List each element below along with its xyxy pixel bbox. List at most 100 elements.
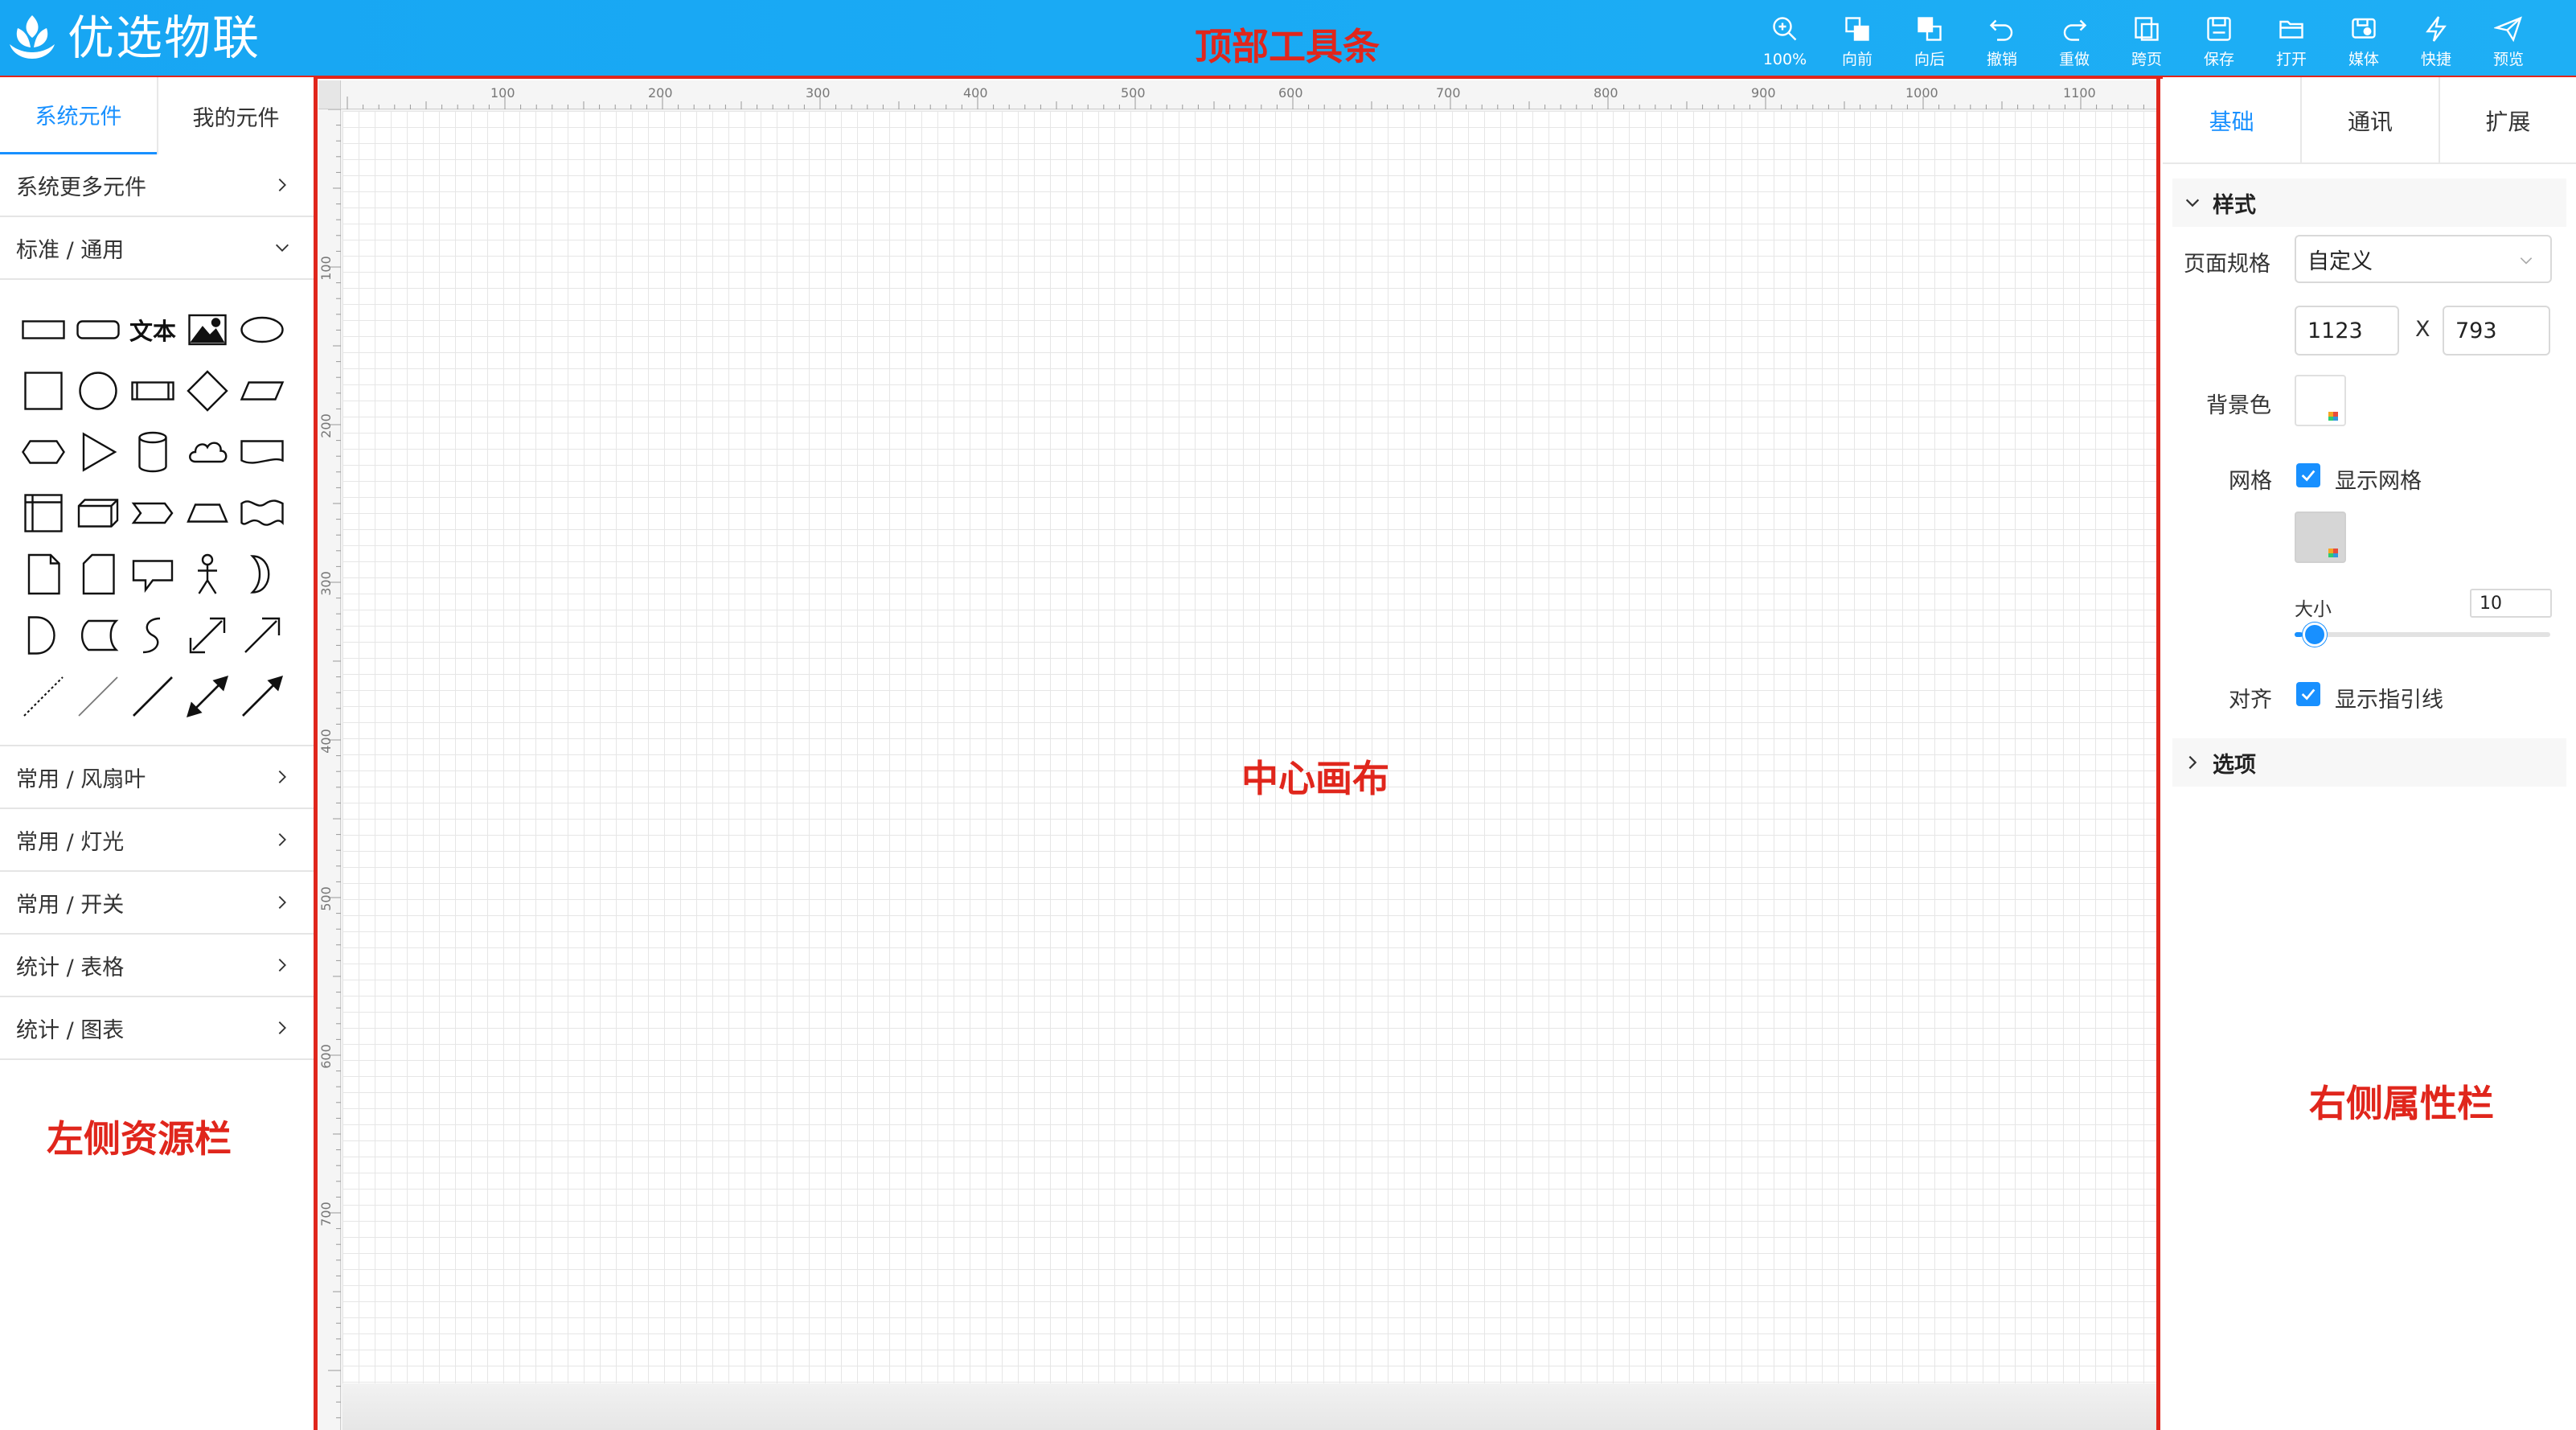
stored-data-shape[interactable] [71, 607, 125, 664]
crescent-icon [250, 555, 270, 594]
trapezoid-shape[interactable] [180, 485, 235, 541]
zoom-button[interactable]: 100% [1749, 14, 1820, 72]
ruler-top-label: 900 [1751, 85, 1776, 101]
internal-storage-shape[interactable] [16, 485, 71, 541]
crescent-shape[interactable] [235, 546, 289, 602]
group-more-components[interactable]: 系统更多元件 [0, 154, 314, 217]
dashed-line-shape[interactable] [16, 668, 71, 725]
undo-button[interactable]: 撤销 [1967, 14, 2037, 72]
note-shape[interactable] [16, 546, 71, 602]
grid-color-picker[interactable] [2295, 512, 2346, 563]
group-lights[interactable]: 常用 / 灯光 [0, 809, 314, 872]
tab-extension[interactable]: 扩展 [2438, 77, 2576, 164]
shortcut-button[interactable]: 快捷 [2401, 14, 2471, 72]
ruler-corner [318, 80, 341, 109]
rectangle-shape[interactable] [16, 302, 71, 358]
center-canvas[interactable]: 100 200 300 400 500 600 700 800 900 1000… [318, 80, 2156, 1430]
text-shape[interactable]: 文本 [125, 302, 180, 358]
preview-button[interactable]: 预览 [2473, 14, 2544, 72]
ruler-top-label: 600 [1278, 85, 1303, 101]
chevron-down-icon [2185, 199, 2200, 208]
options-section-header[interactable]: 选项 [2172, 738, 2566, 787]
background-color-label: 背景色 [2206, 393, 2271, 418]
step-shape[interactable] [125, 485, 180, 541]
parallelogram-shape[interactable] [235, 363, 289, 419]
group-label: 系统更多元件 [16, 175, 146, 200]
grid-size-slider[interactable] [2295, 623, 2550, 647]
app-title: 优选物联 [68, 10, 261, 65]
group-label: 常用 / 风扇叶 [16, 766, 146, 792]
ellipse-icon [240, 316, 284, 343]
page-width-value: 1123 [2307, 318, 2363, 343]
actor-icon [198, 553, 217, 594]
chevron-right-icon [278, 1021, 286, 1034]
redo-button[interactable]: 重做 [2039, 14, 2110, 72]
rounded-rectangle-shape[interactable] [71, 302, 125, 358]
directed-line-shape[interactable] [235, 668, 289, 725]
circle-shape[interactable] [71, 363, 125, 419]
style-section-header[interactable]: 样式 [2172, 179, 2566, 227]
page-width-input[interactable]: 1123 [2295, 306, 2399, 355]
image-shape[interactable] [180, 302, 235, 358]
grid-size-slider-knob[interactable] [2303, 623, 2327, 647]
bidirectional-line-shape[interactable] [180, 668, 235, 725]
double-arrow-shape[interactable] [180, 607, 235, 664]
tab-my-components[interactable]: 我的元件 [157, 77, 314, 154]
cloud-shape[interactable] [180, 424, 235, 480]
cylinder-shape[interactable] [125, 424, 180, 480]
media-label: 媒体 [2348, 51, 2379, 68]
send-icon [2494, 16, 2522, 43]
square-shape[interactable] [16, 363, 71, 419]
text-shape-label: 文本 [129, 318, 176, 345]
tab-system-components[interactable]: 系统元件 [0, 77, 157, 154]
tape-shape[interactable] [235, 485, 289, 541]
bring-forward-icon [1845, 17, 1869, 41]
open-label: 打开 [2275, 51, 2307, 68]
line-shape[interactable] [125, 668, 180, 725]
delay-icon [27, 616, 55, 655]
directed-arrow-icon [242, 675, 284, 717]
show-guides-checkbox[interactable] [2296, 682, 2320, 706]
save-button[interactable]: 保存 [2184, 14, 2254, 72]
group-charts[interactable]: 统计 / 图表 [0, 997, 314, 1060]
double-arrow-icon [189, 617, 226, 654]
show-grid-checkbox[interactable] [2296, 463, 2320, 487]
ruler-top-label: 100 [490, 85, 515, 101]
document-shape[interactable] [235, 424, 289, 480]
triangle-shape[interactable] [71, 424, 125, 480]
chevron-down-icon [2520, 257, 2533, 265]
send-backward-button[interactable]: 向后 [1894, 14, 1965, 72]
media-button[interactable]: 媒体 [2328, 14, 2399, 72]
ellipse-shape[interactable] [235, 302, 289, 358]
tab-communication[interactable]: 通讯 [2300, 77, 2438, 164]
undo-label: 撤销 [1986, 51, 2017, 68]
arrow-shape[interactable] [235, 607, 289, 664]
process-shape[interactable] [125, 363, 180, 419]
page-height-input[interactable]: 793 [2443, 306, 2550, 355]
hexagon-shape[interactable] [16, 424, 71, 480]
page-spec-label: 页面规格 [2184, 252, 2270, 277]
open-button[interactable]: 打开 [2256, 14, 2327, 72]
delay-shape[interactable] [16, 607, 71, 664]
grid-size-input[interactable]: 10 [2470, 589, 2552, 618]
cube-shape[interactable] [71, 485, 125, 541]
ruler-left-label: 600 [318, 1044, 334, 1069]
page-spec-select[interactable]: 自定义 [2295, 235, 2552, 283]
step-icon [131, 502, 174, 524]
group-fan-blades[interactable]: 常用 / 风扇叶 [0, 746, 314, 809]
group-standard-general[interactable]: 标准 / 通用 [0, 217, 314, 280]
background-color-picker[interactable] [2295, 375, 2346, 426]
thin-line-shape[interactable] [71, 668, 125, 725]
card-shape[interactable] [71, 546, 125, 602]
tab-basic[interactable]: 基础 [2163, 77, 2300, 164]
group-tables[interactable]: 统计 / 表格 [0, 935, 314, 997]
annotation-top-toolbar: 顶部工具条 [1195, 25, 1380, 68]
preview-label: 预览 [2492, 51, 2524, 68]
cross-page-button[interactable]: 跨页 [2111, 14, 2182, 72]
bring-forward-button[interactable]: 向前 [1822, 14, 1893, 72]
curve-shape[interactable] [125, 607, 180, 664]
group-switches[interactable]: 常用 / 开关 [0, 872, 314, 935]
diamond-shape[interactable] [180, 363, 235, 419]
actor-shape[interactable] [180, 546, 235, 602]
callout-shape[interactable] [125, 546, 180, 602]
